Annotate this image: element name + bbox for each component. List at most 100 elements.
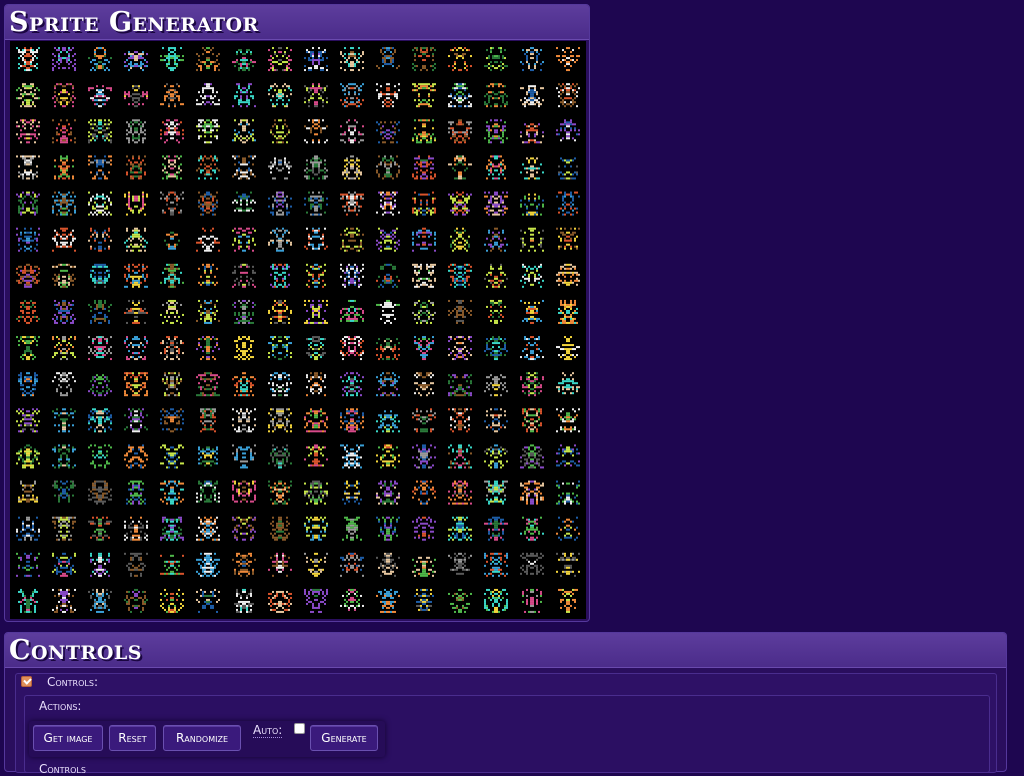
sprite <box>268 47 292 72</box>
sprite <box>268 157 292 180</box>
sprite <box>232 191 256 212</box>
sprite <box>16 119 40 144</box>
sprite <box>124 299 148 324</box>
sprite <box>88 408 112 433</box>
sprite <box>126 155 146 180</box>
sprite <box>196 155 220 180</box>
sprite <box>412 83 436 108</box>
sprite <box>448 588 472 613</box>
sprite <box>232 516 256 541</box>
sprite <box>16 299 40 324</box>
sprite <box>340 191 364 216</box>
sprite <box>304 588 328 613</box>
sprite <box>88 227 112 252</box>
panel-title: Sprite Generator <box>9 6 259 38</box>
sprite <box>124 588 148 613</box>
sprite <box>340 47 364 72</box>
sprite <box>556 47 580 72</box>
sprite <box>160 263 184 288</box>
sprite <box>16 47 40 72</box>
section-label[interactable]: Controls: <box>47 675 98 689</box>
sprite <box>340 119 364 144</box>
sprite <box>124 444 148 469</box>
sprite <box>124 191 148 216</box>
sprite <box>448 83 472 108</box>
sprite <box>232 155 256 180</box>
sprite <box>412 408 436 433</box>
sprite <box>412 155 436 180</box>
sprite <box>304 227 328 250</box>
sprite <box>520 193 544 216</box>
sprite <box>376 444 400 469</box>
sprite <box>376 155 400 180</box>
controls-section: Controls: Actions: Get image Reset Rando… <box>15 673 997 776</box>
sprite <box>304 47 328 72</box>
sprite <box>160 588 184 613</box>
sprite <box>16 408 40 433</box>
sprite <box>340 83 364 108</box>
sprite <box>448 155 472 180</box>
sprite <box>160 554 184 575</box>
sprite <box>88 516 112 541</box>
sprite <box>556 336 580 361</box>
sprite <box>124 408 148 433</box>
sprite <box>484 552 508 577</box>
sprite <box>522 588 542 613</box>
sprite <box>304 516 328 541</box>
sprite <box>268 372 292 397</box>
sprite <box>412 227 436 252</box>
sprite <box>376 191 400 216</box>
sprite <box>520 157 544 180</box>
sprite <box>124 336 148 361</box>
sprite <box>232 49 256 72</box>
sprite <box>306 336 326 361</box>
sprite <box>52 408 76 433</box>
sprite <box>126 119 146 144</box>
get-image-button[interactable]: Get image <box>33 725 103 751</box>
sprite <box>304 408 328 433</box>
sprite <box>486 299 506 324</box>
sprite <box>160 408 184 433</box>
sprite <box>18 588 38 613</box>
sprite <box>484 47 508 72</box>
sprite <box>412 444 436 469</box>
sprite <box>18 480 38 503</box>
sprite <box>412 556 436 577</box>
sprite <box>88 47 112 72</box>
sprite <box>200 408 216 433</box>
sprite <box>520 85 544 108</box>
sprite <box>412 480 436 505</box>
collapse-toggle-icon[interactable] <box>21 676 32 687</box>
sprite <box>160 47 184 72</box>
sprite <box>484 263 508 288</box>
sprite <box>160 516 184 541</box>
randomize-button[interactable]: Randomize <box>163 725 241 751</box>
sprite <box>52 83 76 108</box>
sprite <box>232 372 256 397</box>
sprite <box>556 119 580 142</box>
sprite <box>556 408 580 433</box>
sprite-generator-panel: Sprite Generator <box>4 4 590 622</box>
sprite <box>340 588 364 611</box>
reset-button[interactable]: Reset <box>109 725 156 751</box>
sprite <box>268 83 292 108</box>
sprite <box>232 444 256 469</box>
sprite <box>16 191 40 216</box>
sprite <box>376 552 400 577</box>
sprite <box>16 155 40 180</box>
controls-panel-header: Controls <box>5 633 1006 668</box>
actions-label: Actions: <box>39 699 82 713</box>
sprite <box>412 263 436 288</box>
sprite <box>196 119 220 144</box>
sprite <box>270 263 290 288</box>
sprite <box>450 227 470 252</box>
auto-checkbox[interactable] <box>294 723 305 734</box>
sprite <box>414 372 434 397</box>
sprite <box>484 336 508 361</box>
sprite <box>160 444 184 469</box>
sprite <box>556 191 580 216</box>
sprite-canvas[interactable] <box>10 41 586 619</box>
generate-button[interactable]: Generate <box>310 725 378 751</box>
sprite <box>412 119 436 144</box>
sprite <box>376 299 400 324</box>
